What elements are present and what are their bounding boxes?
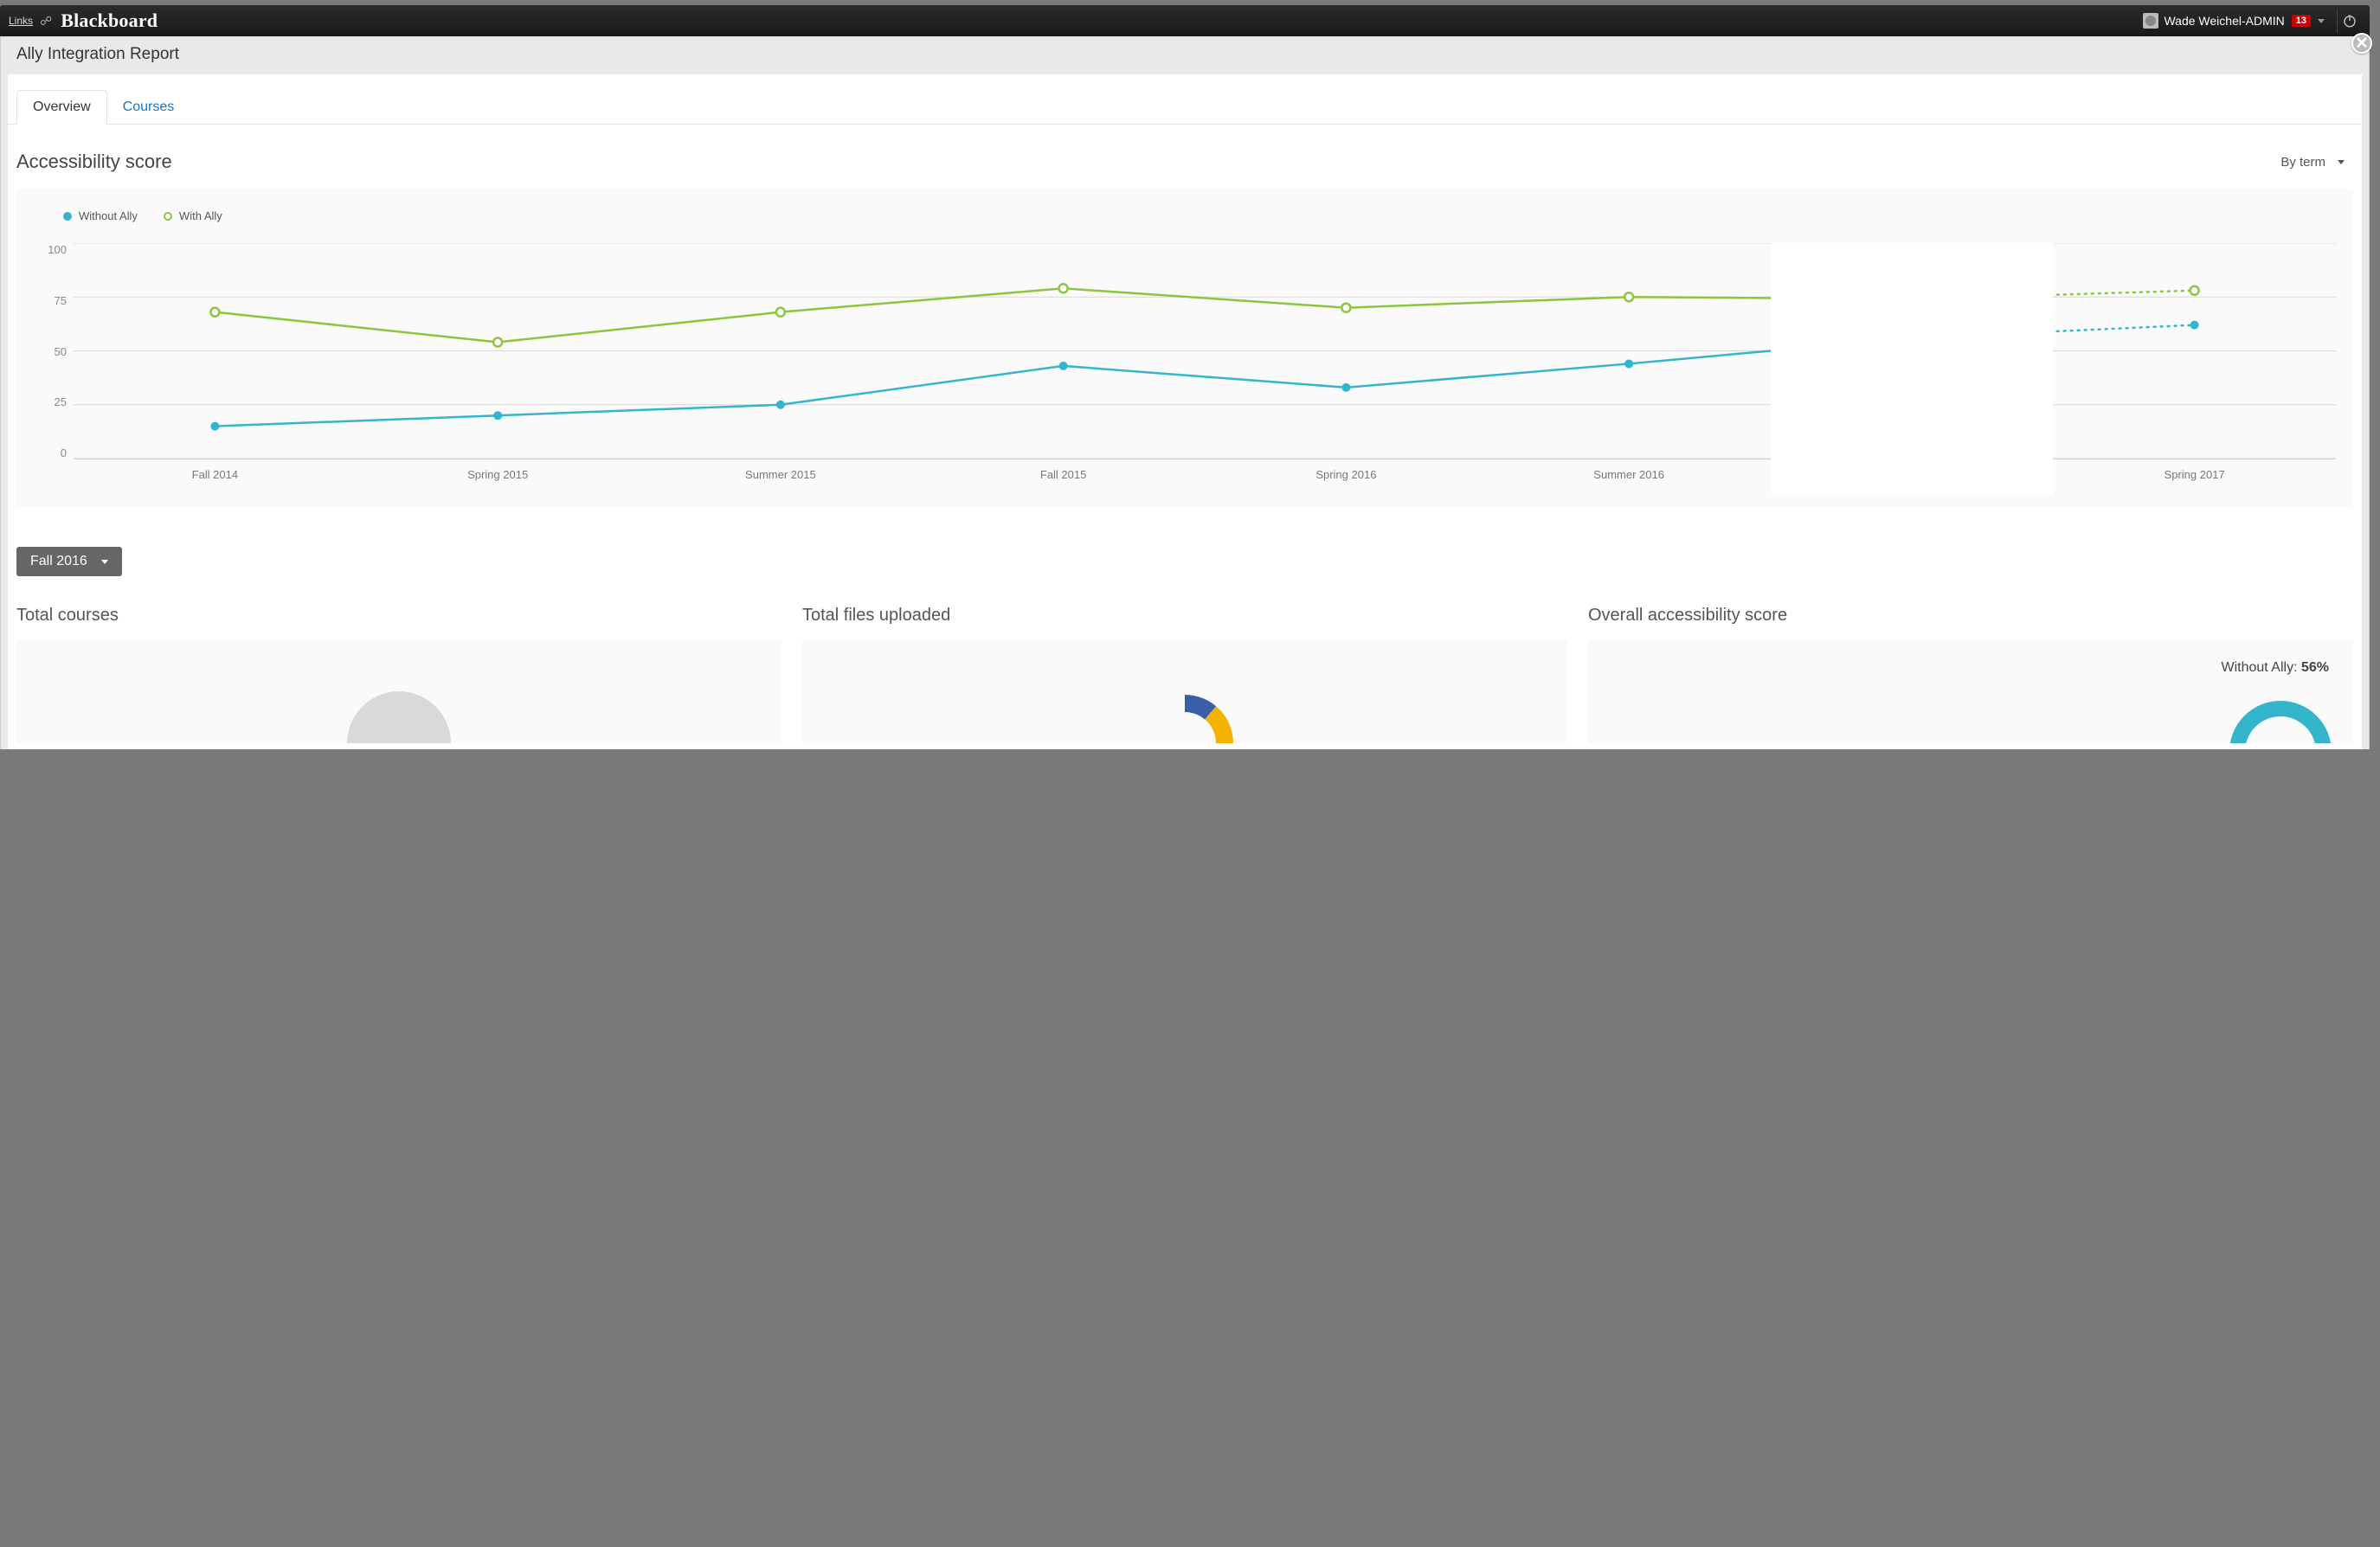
avatar-icon: [2143, 13, 2158, 29]
y-tick: 0: [34, 446, 67, 459]
power-icon: [2342, 13, 2357, 29]
close-icon: ✕: [2355, 34, 2369, 54]
page-title-bar: Ally Integration Report ✕: [1, 36, 2369, 74]
card-total-files-title: Total files uploaded: [802, 606, 1567, 626]
card-total-files: [802, 639, 1567, 743]
tab-overview[interactable]: Overview: [16, 90, 107, 125]
donut-placeholder-icon: [1136, 695, 1233, 743]
card-total-courses: [16, 639, 782, 743]
legend-without-ally: Without Ally: [63, 209, 138, 222]
term-selector[interactable]: Fall 2016: [16, 547, 122, 576]
chart-legend: Without Ally With Ally: [63, 209, 2336, 222]
y-tick: 25: [34, 395, 67, 408]
card-overall-score-title: Overall accessibility score: [1588, 606, 2353, 626]
notification-badge[interactable]: 13: [2292, 15, 2311, 27]
card-overall-score: Without Ally: 56%: [1588, 639, 2353, 743]
y-tick: 75: [34, 294, 67, 307]
term-selector-label: Fall 2016: [30, 554, 87, 569]
disc-placeholder-icon: [347, 691, 451, 743]
logout-button[interactable]: [2337, 9, 2361, 33]
filter-by-term[interactable]: By term: [2280, 155, 2345, 170]
accessibility-chart: Without Ally With Ally 100 75 50 25 0 Fall 2…: [16, 189, 2353, 507]
x-tick: Fall 2015: [922, 468, 1205, 481]
dot-icon: [63, 212, 72, 221]
chevron-down-icon[interactable]: [2318, 19, 2325, 23]
x-tick: Spring 2015: [357, 468, 640, 481]
x-tick: Fall 2014: [74, 468, 357, 481]
x-tick: Spring 2017: [2053, 468, 2336, 481]
y-tick: 50: [34, 345, 67, 358]
x-tick: Summer 2016: [1488, 468, 1771, 481]
y-axis: 100 75 50 25 0: [34, 243, 74, 459]
page-title: Ally Integration Report: [16, 45, 179, 63]
close-button[interactable]: ✕: [2351, 33, 2372, 54]
legend-with-ally: With Ally: [164, 209, 222, 222]
tab-courses[interactable]: Courses: [107, 91, 190, 124]
y-tick: 100: [34, 243, 67, 256]
app-topbar: Links ☍ Blackboard Wade Weichel-ADMIN 13: [0, 5, 2370, 36]
link-icon: ☍: [40, 14, 52, 29]
tabset: Overview Courses: [8, 90, 2362, 125]
plot-area: [74, 243, 2336, 459]
card-total-courses-title: Total courses: [16, 606, 782, 626]
filter-label: By term: [2280, 155, 2325, 170]
x-tick: Spring 2016: [1205, 468, 1488, 481]
ring-icon: [164, 212, 172, 221]
brand-logo: Blackboard: [61, 10, 158, 32]
chevron-down-icon: [101, 560, 108, 564]
chevron-down-icon: [2338, 160, 2345, 164]
x-tick: Summer 2015: [640, 468, 923, 481]
section-title: Accessibility score: [16, 151, 172, 173]
overall-score-without: Without Ally: 56%: [2221, 660, 2329, 676]
quick-links[interactable]: Links: [9, 15, 33, 27]
current-term-highlight: [1771, 243, 2054, 495]
arc-placeholder-icon: [2229, 700, 2332, 743]
user-menu[interactable]: Wade Weichel-ADMIN: [2164, 14, 2284, 28]
